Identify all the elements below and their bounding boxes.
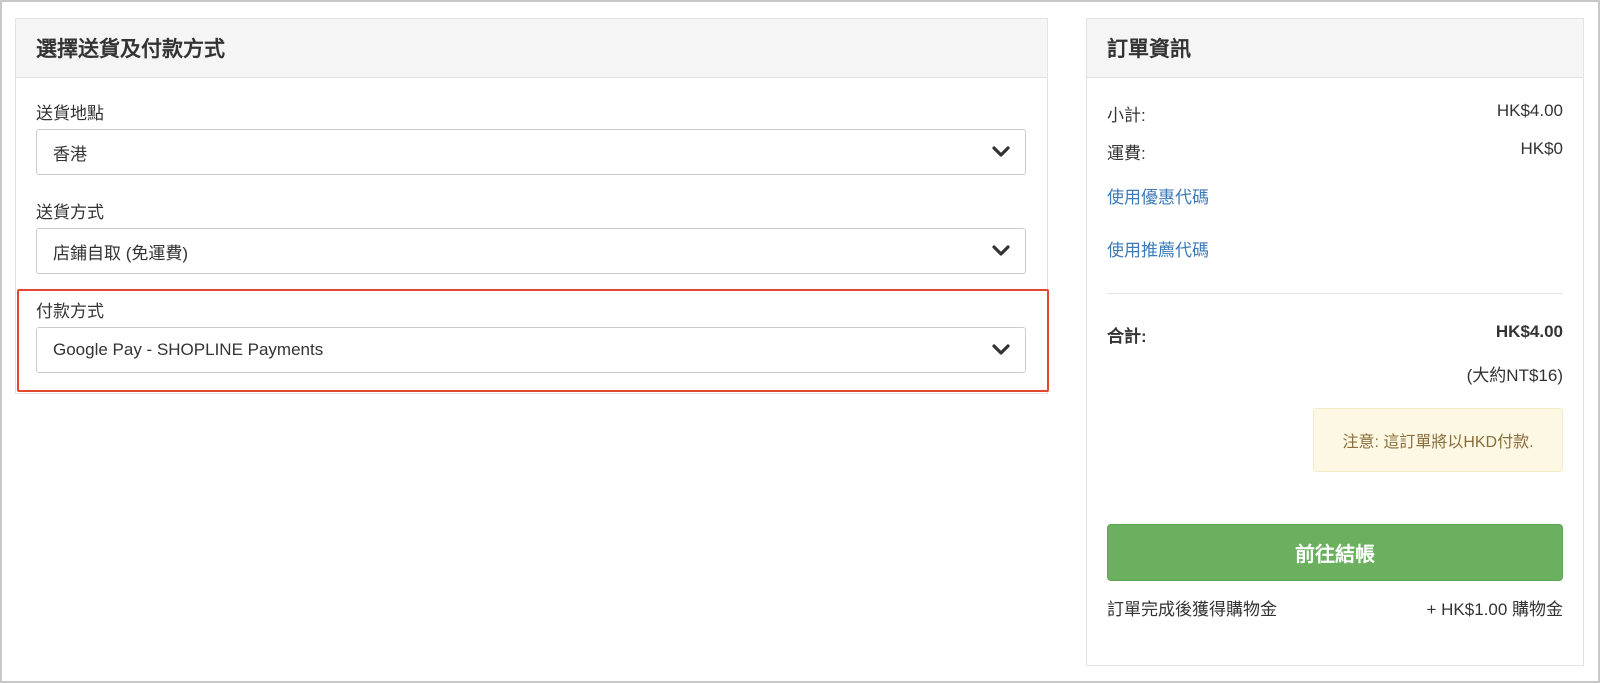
payment-method-select[interactable]: Google Pay - SHOPLINE Payments [36,327,1026,373]
delivery-method-value: 店鋪自取 (免運費) [53,243,189,263]
total-label: 合計: [1107,327,1147,346]
subtotal-label: 小計: [1107,106,1146,125]
checkout-frame: 選擇送貨及付款方式 送貨地點 香港 送貨方式 店鋪自取 (免運費) 付款方式 G… [0,0,1600,683]
total-approx-value: (大約NT$16) [1466,366,1563,385]
shipping-fee-value: HK$0 [1520,139,1563,158]
delivery-location-value: 香港 [53,144,87,164]
referral-code-link[interactable]: 使用推薦代碼 [1107,236,1209,261]
shipping-payment-panel: 選擇送貨及付款方式 送貨地點 香港 送貨方式 店鋪自取 (免運費) 付款方式 G… [15,18,1048,394]
delivery-location-select[interactable]: 香港 [36,129,1026,175]
checkout-button-label: 前往結帳 [1295,544,1375,566]
chevron-down-icon [992,344,1010,355]
currency-notice-text: 注意: 這訂單將以HKD付款. [1342,434,1534,451]
delivery-method-select[interactable]: 店鋪自取 (免運費) [36,228,1026,274]
checkout-button[interactable]: 前往結帳 [1107,524,1563,581]
shipping-payment-header: 選擇送貨及付款方式 [16,19,1047,78]
reward-row: 訂單完成後獲得購物金 + HK$1.00 購物金 [1107,595,1563,620]
subtotal-row: 小計: HK$4.00 [1107,101,1563,126]
total-row: 合計: HK$4.00 [1107,322,1563,347]
chevron-down-icon [992,245,1010,256]
payment-method-value: Google Pay - SHOPLINE Payments [53,340,324,359]
order-summary-title: 訂單資訊 [1107,38,1191,61]
shipping-payment-title: 選擇送貨及付款方式 [36,38,225,61]
coupon-code-link[interactable]: 使用優惠代碼 [1107,183,1209,208]
payment-method-label: 付款方式 [36,302,104,321]
shipping-fee-label: 運費: [1107,144,1146,163]
order-summary-header: 訂單資訊 [1087,19,1583,78]
shipping-fee-row: 運費: HK$0 [1107,139,1563,164]
reward-value: + HK$1.00 購物金 [1426,600,1563,619]
total-value: HK$4.00 [1495,322,1563,341]
subtotal-value: HK$4.00 [1496,101,1563,120]
chevron-down-icon [992,146,1010,157]
currency-notice: 注意: 這訂單將以HKD付款. [1313,408,1563,472]
reward-label: 訂單完成後獲得購物金 [1107,600,1277,619]
delivery-location-label: 送貨地點 [36,104,104,123]
order-summary-panel: 訂單資訊 小計: HK$4.00 運費: HK$0 使用優惠代碼 使用推薦代碼 … [1086,18,1584,666]
summary-divider [1107,293,1563,294]
delivery-method-label: 送貨方式 [36,203,104,222]
